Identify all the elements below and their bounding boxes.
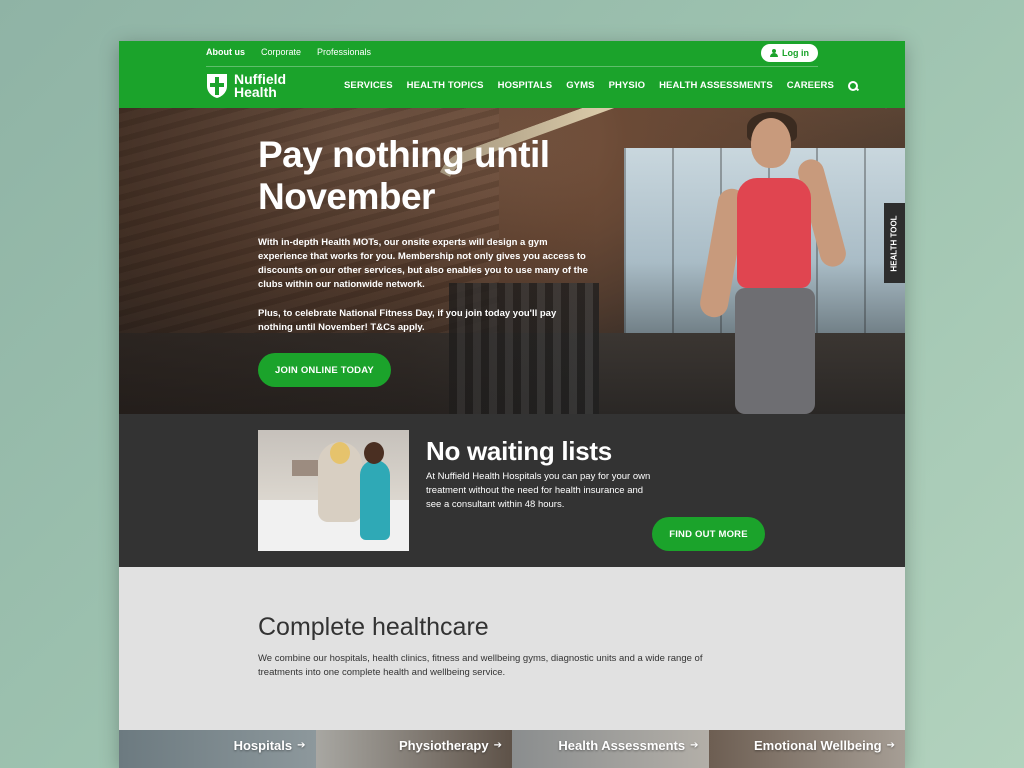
promo-body: At Nuffield Health Hospitals you can pay…	[426, 471, 651, 510]
photo-girl-head	[364, 442, 384, 464]
login-button[interactable]: Log in	[761, 44, 818, 62]
nav-careers[interactable]: CAREERS	[787, 80, 834, 91]
utility-nav: About us Corporate Professionals	[206, 47, 371, 57]
healthcare-body: We combine our hospitals, health clinics…	[258, 653, 703, 678]
browser-page: About us Corporate Professionals Log in …	[119, 41, 905, 768]
tile-label-text: Emotional Wellbeing	[754, 738, 882, 753]
header-divider	[206, 66, 818, 67]
hero-banner: Pay nothing until November With in-depth…	[119, 108, 905, 414]
tile-physiotherapy-label: Physiotherapy ➔	[399, 738, 502, 753]
tile-hospitals-label: Hospitals ➔	[234, 738, 306, 753]
hero-body-2: Plus, to celebrate National Fitness Day,…	[258, 308, 557, 333]
tile-emotional-wellbeing[interactable]: Emotional Wellbeing ➔	[708, 730, 905, 768]
util-link-professionals[interactable]: Professionals	[317, 47, 371, 57]
nav-health-assessments[interactable]: HEALTH ASSESSMENTS	[659, 80, 773, 91]
tile-health-assessments[interactable]: Health Assessments ➔	[512, 730, 709, 768]
service-tiles: Hospitals ➔ Physiotherapy ➔ Health Asses…	[119, 730, 905, 768]
hero-woman-figure	[697, 112, 849, 414]
hospital-photo	[258, 430, 409, 551]
site-header: About us Corporate Professionals Log in …	[119, 41, 905, 108]
complete-healthcare-section: Complete healthcare We combine our hospi…	[119, 567, 905, 730]
arrow-right-icon: ➔	[297, 740, 306, 751]
find-out-more-button[interactable]: FIND OUT MORE	[652, 517, 765, 551]
arrow-right-icon: ➔	[493, 740, 502, 751]
healthcare-title: Complete healthcare	[258, 613, 489, 641]
photo-bedside-lamp	[292, 460, 318, 476]
tile-label-text: Health Assessments	[558, 738, 686, 753]
join-online-button[interactable]: JOIN ONLINE TODAY	[258, 353, 391, 387]
health-tool-label: HEALTH TOOL	[890, 214, 899, 272]
hero-figure-torso	[737, 178, 811, 288]
photo-girl	[360, 460, 390, 540]
health-tool-tab[interactable]: HEALTH TOOL	[884, 203, 905, 283]
no-waiting-lists-section: No waiting lists At Nuffield Health Hosp…	[119, 414, 905, 567]
tile-physiotherapy[interactable]: Physiotherapy ➔	[315, 730, 512, 768]
nuffield-health-logo[interactable]: Nuffield Health	[206, 72, 286, 100]
tile-hospitals[interactable]: Hospitals ➔	[119, 730, 316, 768]
tile-emotional-wellbeing-label: Emotional Wellbeing ➔	[754, 738, 895, 753]
hero-title: Pay nothing until November	[258, 134, 550, 217]
search-icon[interactable]	[847, 80, 858, 91]
nav-health-topics[interactable]: HEALTH TOPICS	[407, 80, 484, 91]
logo-text: Nuffield Health	[234, 72, 286, 100]
arrow-right-icon: ➔	[690, 740, 699, 751]
util-link-about-us[interactable]: About us	[206, 47, 245, 57]
nav-services[interactable]: SERVICES	[344, 80, 393, 91]
hero-figure-head	[751, 118, 791, 168]
nav-physio[interactable]: PHYSIO	[609, 80, 646, 91]
user-icon	[770, 49, 778, 57]
arrow-right-icon: ➔	[886, 740, 895, 751]
tile-label-text: Hospitals	[233, 738, 293, 753]
main-nav: SERVICES HEALTH TOPICS HOSPITALS GYMS PH…	[344, 80, 858, 91]
promo-title: No waiting lists	[426, 436, 612, 466]
shield-cross-icon	[207, 74, 227, 98]
nav-hospitals[interactable]: HOSPITALS	[498, 80, 553, 91]
photo-woman-head	[330, 442, 350, 464]
util-link-corporate[interactable]: Corporate	[261, 47, 301, 57]
login-label: Log in	[782, 48, 809, 58]
nav-gyms[interactable]: GYMS	[566, 80, 594, 91]
tile-health-assessments-label: Health Assessments ➔	[558, 738, 698, 753]
hero-figure-legs	[735, 288, 815, 414]
hero-body: With in-depth Health MOTs, our onsite ex…	[258, 237, 588, 290]
logo-line-2: Health	[234, 84, 277, 100]
tile-label-text: Physiotherapy	[399, 738, 489, 753]
